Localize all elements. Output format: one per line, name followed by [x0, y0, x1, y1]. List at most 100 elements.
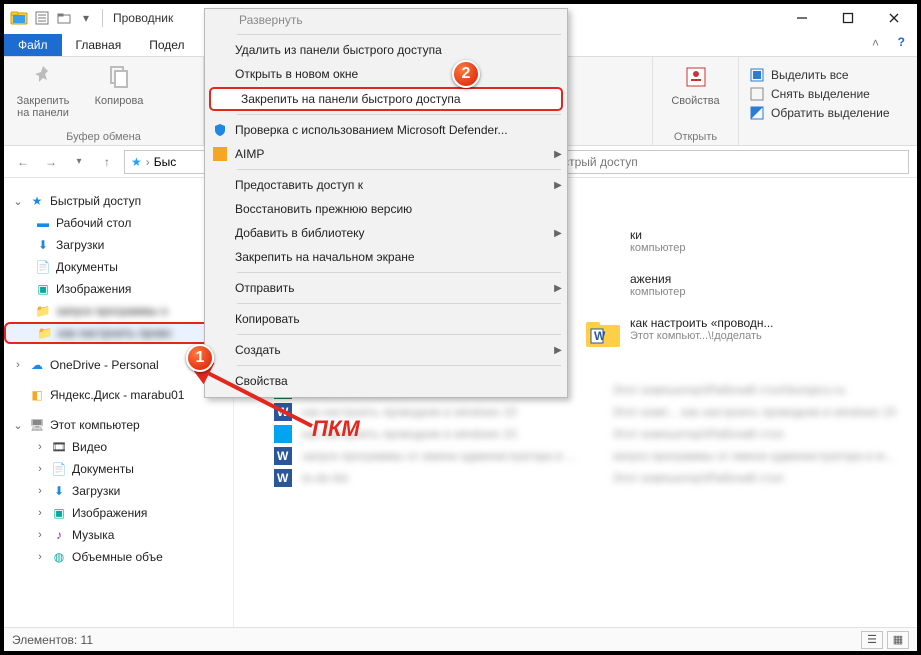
tab-share[interactable]: Подел [135, 34, 198, 56]
nav-3dobjects[interactable]: ›◍Объемные объе [4, 546, 233, 568]
ctx-label: Предоставить доступ к [235, 178, 549, 192]
qat-newfolder-icon[interactable] [54, 9, 74, 27]
nav-blur-1: запуск программы о [56, 304, 168, 318]
folder-name: как настроить «проводн... [630, 316, 774, 330]
file-path-blur: Этот комп... как настроить проводник в w… [612, 405, 896, 419]
ctx-expand[interactable]: Развернуть [205, 9, 567, 31]
ctx-defender-scan[interactable]: Проверка с использованием Microsoft Defe… [205, 118, 567, 142]
ctx-label: AIMP [235, 147, 549, 161]
nav-back-button[interactable]: ← [12, 151, 34, 173]
ribbon-group-select: Выделить все Снять выделение Обратить вы… [739, 57, 917, 145]
submenu-arrow-icon: ▶ [549, 180, 567, 191]
nav-up-button[interactable]: ↑ [96, 151, 118, 173]
explorer-icon [10, 9, 28, 27]
invert-icon [749, 105, 765, 121]
recent-file-2[interactable]: Wкак настроить проводник в windows 10Это… [274, 403, 903, 421]
nav-forward-button[interactable]: → [40, 151, 62, 173]
ctx-separator [237, 334, 561, 335]
tab-file[interactable]: Файл [4, 34, 62, 56]
status-bar: Элементов: 11 ☰ ▦ [4, 627, 917, 651]
window-buttons [779, 4, 917, 32]
view-details-button[interactable]: ☰ [861, 631, 883, 649]
explorer-window: ▾ Проводник Файл Главная Подел ˄ ? Закре… [0, 0, 921, 655]
folder-name: ажения [630, 272, 685, 286]
nav-music[interactable]: ›♪Музыка [4, 524, 233, 546]
ribbon-copy-button[interactable]: Копирова [90, 61, 148, 107]
ctx-new[interactable]: Создать▶ [205, 338, 567, 362]
pc-icon: 🖥 [28, 416, 46, 434]
nav-pictures-2[interactable]: ›▣Изображения [4, 502, 233, 524]
ctx-add-library[interactable]: Добавить в библиотеку▶ [205, 221, 567, 245]
ribbon-select-none[interactable]: Снять выделение [749, 86, 907, 102]
ctx-open-new-window[interactable]: Открыть в новом окне [205, 62, 567, 86]
documents-icon: 📄 [34, 258, 52, 276]
qat-dropdown-icon[interactable]: ▾ [76, 9, 96, 27]
ribbon-select-all-label: Выделить все [771, 68, 849, 82]
ribbon-group-open-label: Открыть [663, 131, 728, 145]
ribbon-collapse-icon[interactable]: ˄ [872, 36, 879, 50]
folder-icon: 📁 [34, 302, 52, 320]
tab-home[interactable]: Главная [62, 34, 136, 56]
ribbon-properties-button[interactable]: Свойства [667, 61, 725, 107]
ctx-copy[interactable]: Копировать [205, 307, 567, 331]
maximize-button[interactable] [825, 4, 871, 32]
aimp-icon [205, 147, 235, 161]
ctx-grant-access[interactable]: Предоставить доступ к▶ [205, 173, 567, 197]
submenu-arrow-icon: ▶ [549, 228, 567, 239]
ribbon-pin-label: Закрепить на панели [14, 95, 72, 119]
nav-quick-access[interactable]: ⌄★Быстрый доступ [4, 190, 233, 212]
status-item-count: Элементов: 11 [12, 633, 93, 647]
nav-blur-2: как настроить прово [58, 326, 171, 340]
ctx-label: Закрепить на начальном экране [235, 250, 567, 264]
recent-file-4[interactable]: Wзапуск программы от имени администратор… [274, 447, 903, 465]
folder-tile-images[interactable]: ажениякомпьютер [584, 272, 824, 306]
ctx-remove-quick[interactable]: Удалить из панели быстрого доступа [205, 38, 567, 62]
ribbon-select-all[interactable]: Выделить все [749, 67, 907, 83]
recent-file-3[interactable]: как настроить проводник в windows 10Этот… [274, 425, 903, 443]
qat-properties-icon[interactable] [32, 9, 52, 27]
nav-desktop[interactable]: ▬Рабочий стол [4, 212, 233, 234]
ctx-separator [237, 169, 561, 170]
ctx-pin-start[interactable]: Закрепить на начальном экране [205, 245, 567, 269]
nav-folder-selected[interactable]: 📁как настроить прово [4, 322, 233, 344]
ctx-send-to[interactable]: Отправить▶ [205, 276, 567, 300]
ctx-pin-quick-access[interactable]: Закрепить на панели быстрого доступа [209, 87, 563, 111]
minimize-button[interactable] [779, 4, 825, 32]
svg-text:W: W [277, 449, 289, 463]
ribbon-group-open: Свойства Открыть [653, 57, 739, 145]
context-menu: Развернуть Удалить из панели быстрого до… [204, 8, 568, 398]
ribbon-copy-label: Копирова [95, 95, 144, 107]
nav-documents-2[interactable]: ›📄Документы [4, 458, 233, 480]
help-icon[interactable]: ? [898, 35, 905, 49]
nav-pictures[interactable]: ▣Изображения [4, 278, 233, 300]
ctx-label: Удалить из панели быстрого доступа [235, 43, 567, 57]
window-title: Проводник [113, 11, 173, 25]
ribbon-properties-label: Свойства [671, 95, 719, 107]
recent-file-5[interactable]: Wto-do-listЭтот компьютер\\Рабочий стол [274, 469, 903, 487]
annotation-badge-1: 1 [186, 344, 214, 372]
folder-tile-explorer-setup[interactable]: W как настроить «проводн...Этот компьют.… [584, 316, 824, 350]
ribbon-invert[interactable]: Обратить выделение [749, 105, 907, 121]
nav-downloads-2[interactable]: ›⬇Загрузки [4, 480, 233, 502]
ctx-aimp[interactable]: AIMP▶ [205, 142, 567, 166]
breadcrumb-root[interactable]: Быс [154, 155, 177, 169]
nav-downloads[interactable]: ⬇Загрузки [4, 234, 233, 256]
nav-documents[interactable]: 📄Документы [4, 256, 233, 278]
video-icon: 🎞 [50, 438, 68, 456]
ctx-restore-version[interactable]: Восстановить прежнюю версию [205, 197, 567, 221]
svg-text:W: W [594, 329, 606, 343]
nav-history-button[interactable]: ▾ [68, 151, 90, 173]
folder-sub: компьютер [630, 286, 685, 298]
file-path-blur: Этот компьютер\\Рабочий стол\\lumpics.ru [612, 383, 845, 397]
ribbon-pin-button[interactable]: Закрепить на панели [14, 61, 72, 119]
close-button[interactable] [871, 4, 917, 32]
folder-tile-downloads[interactable]: кикомпьютер [584, 228, 824, 262]
pin-icon [27, 61, 59, 93]
properties-icon [680, 61, 712, 93]
download-icon: ⬇ [50, 482, 68, 500]
ctx-label: Восстановить прежнюю версию [235, 202, 567, 216]
nav-pc-label: Этот компьютер [50, 418, 140, 432]
view-icons-button[interactable]: ▦ [887, 631, 909, 649]
pictures-icon: ▣ [50, 504, 68, 522]
nav-folder-blur1[interactable]: 📁 запуск программы о [4, 300, 233, 322]
